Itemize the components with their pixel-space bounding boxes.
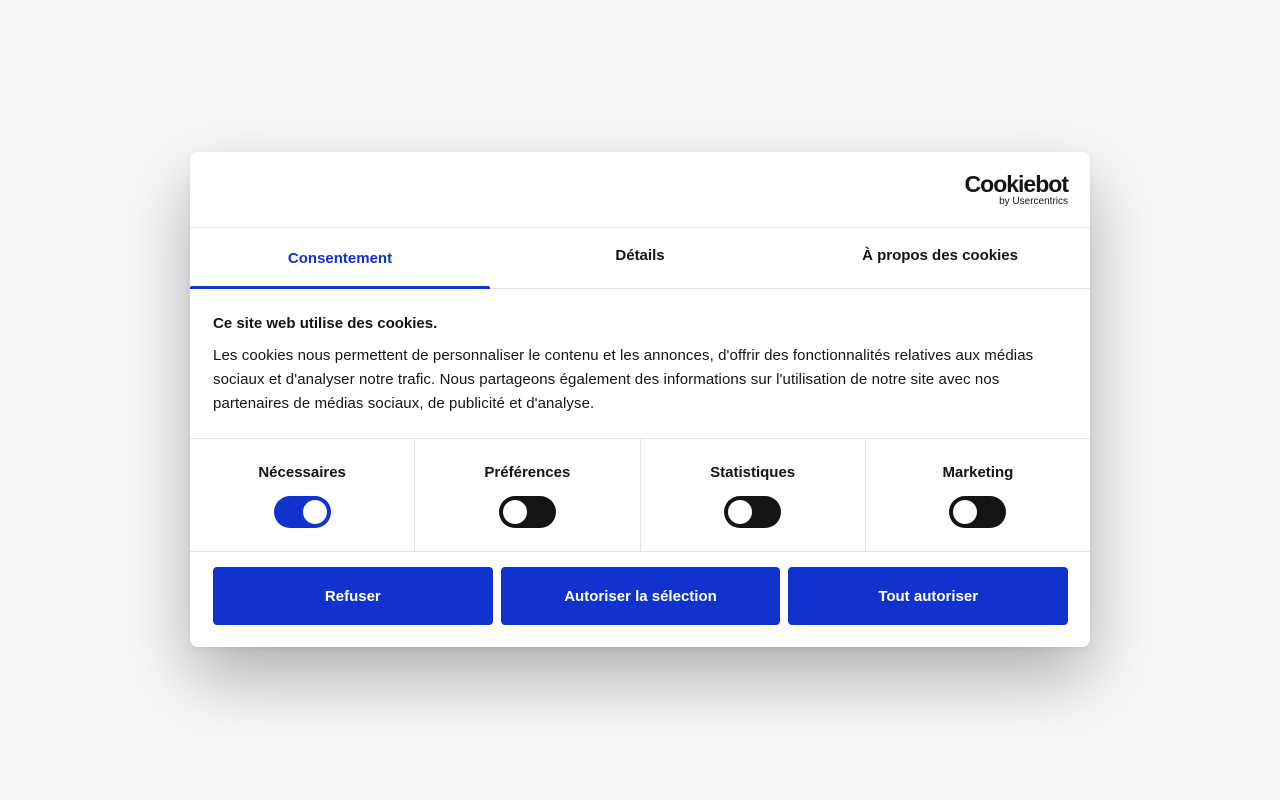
necessary-switch[interactable] [273, 496, 331, 528]
toggle-necessary: Nécessaires [190, 439, 416, 551]
toggle-statistics: Statistiques [641, 439, 866, 551]
allow-selection-button[interactable]: Autoriser la sélection [500, 567, 781, 625]
cookie-consent-dialog: Cookiebot by Usercentrics Consentement D… [190, 152, 1090, 647]
action-buttons: Refuser Autoriser la sélection Tout auto… [190, 552, 1090, 625]
switch-knob [728, 500, 753, 524]
logo-byline: by Usercentrics [999, 196, 1068, 207]
tab-bar: Consentement Détails À propos des cookie… [190, 228, 1090, 289]
marketing-switch[interactable] [949, 496, 1007, 528]
allow-all-button[interactable]: Tout autoriser [788, 567, 1069, 625]
consent-content: Ce site web utilise des cookies. Les coo… [190, 289, 1090, 439]
statistics-switch[interactable] [724, 496, 782, 528]
logo-wordmark: Cookiebot [964, 171, 1069, 197]
toggle-label: Préférences [484, 464, 571, 481]
toggle-label: Nécessaires [258, 464, 346, 481]
preferences-switch[interactable] [498, 496, 556, 528]
tab-consentement[interactable]: Consentement [190, 228, 490, 289]
toggle-marketing: Marketing [866, 439, 1090, 551]
tab-details[interactable]: Détails [490, 228, 790, 288]
cookiebot-logo: Cookiebot by Usercentrics [964, 171, 1069, 207]
tab-label: À propos des cookies [862, 246, 1018, 264]
tab-label: Consentement [287, 249, 393, 267]
toggle-label: Marketing [942, 464, 1014, 481]
dialog-header: Cookiebot by Usercentrics [190, 152, 1090, 228]
toggle-preferences: Préférences [415, 439, 641, 551]
consent-title: Ce site web utilise des cookies. [213, 315, 438, 332]
category-toggles: Nécessaires Préférences Statistiques Mar… [190, 439, 1090, 552]
consent-description: Les cookies nous permettent de personnal… [213, 347, 1034, 412]
switch-knob [502, 500, 527, 524]
switch-knob [953, 500, 978, 524]
toggle-label: Statistiques [710, 464, 796, 481]
tab-label: Détails [615, 246, 665, 264]
refuse-button[interactable]: Refuser [213, 567, 493, 625]
tab-about-cookies[interactable]: À propos des cookies [790, 228, 1090, 288]
switch-knob [302, 500, 327, 524]
